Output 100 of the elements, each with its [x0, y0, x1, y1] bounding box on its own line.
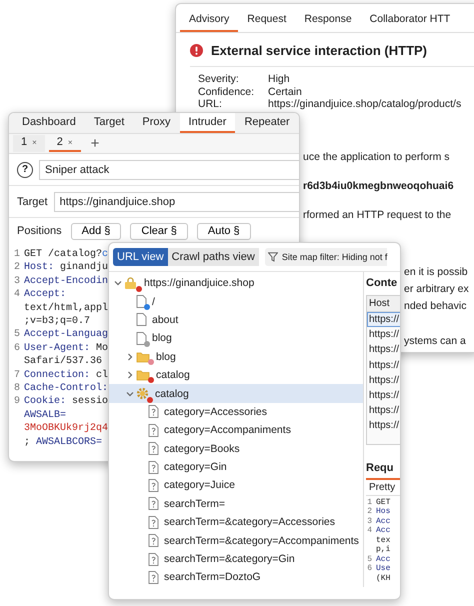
table-cell[interactable]: https://: [367, 372, 400, 388]
tab[interactable]: Request: [238, 10, 296, 32]
target-label: Target: [17, 196, 48, 208]
table-cell[interactable]: https://: [367, 358, 400, 373]
table-cell[interactable]: https://: [367, 342, 400, 358]
line-number: 2: [366, 507, 372, 517]
table-cell[interactable]: https://: [367, 403, 400, 418]
tree-item[interactable]: catalog: [109, 366, 363, 384]
description-text: r6d3b4iu0kmegbnweoqohuai6: [303, 178, 454, 194]
code-line: Accept-Encodin: [24, 274, 108, 288]
tree-item[interactable]: searchTerm=DoztoG: [109, 568, 363, 587]
file-icon: [136, 313, 147, 326]
file-icon: [148, 405, 159, 418]
code-line: text/html,appl: [24, 302, 108, 316]
file-icon: [148, 516, 159, 529]
help-button[interactable]: ?: [17, 162, 33, 178]
tree-item[interactable]: searchTerm=: [109, 494, 363, 514]
code-line: Safari/537.36: [24, 355, 102, 369]
line-number: 8: [12, 382, 20, 396]
detail-value: https://ginandjuice.shop/catalog/product/s: [268, 98, 462, 110]
file-icon: [148, 424, 159, 437]
position-button[interactable]: Add §: [70, 222, 122, 240]
file-icon: [136, 332, 147, 345]
line-number: 5: [366, 554, 372, 564]
table-cell[interactable]: https://: [367, 388, 400, 404]
tab[interactable]: Proxy: [133, 113, 180, 133]
position-button[interactable]: Clear §: [130, 222, 188, 240]
file-icon: [148, 460, 159, 474]
filter-button[interactable]: Site map filter: Hiding not f: [264, 248, 388, 266]
tree-item[interactable]: blog: [109, 329, 363, 348]
attack-type-field[interactable]: Sniper attack: [39, 160, 299, 180]
tab[interactable]: Collaborator HTT: [360, 10, 460, 32]
description-text: ystems can a: [404, 334, 466, 348]
tab[interactable]: Target: [84, 113, 134, 133]
line-number: 7: [12, 368, 20, 382]
chevron-down-icon[interactable]: [114, 279, 122, 288]
tree-item[interactable]: category=Gin: [109, 458, 363, 476]
tree-item[interactable]: searchTerm=&category=Accompaniments: [109, 531, 363, 550]
section-heading: Requ: [366, 458, 400, 480]
tree-item[interactable]: blog: [109, 348, 363, 366]
tree-item[interactable]: catalog: [109, 384, 363, 403]
table-cell[interactable]: https://: [367, 327, 400, 342]
code-line: User-Agent: Mo: [24, 342, 108, 356]
code-line: GET: [376, 498, 390, 508]
view-tab[interactable]: Crawl paths view: [168, 248, 259, 266]
view-tab[interactable]: URL view: [113, 248, 168, 266]
tree-item[interactable]: https://ginandjuice.shop: [109, 274, 363, 292]
tree-item[interactable]: searchTerm=&category=Gin: [109, 550, 363, 568]
code-line: ; AWSALBCORS=: [24, 436, 102, 450]
position-button[interactable]: Auto §: [196, 222, 251, 240]
chevron-down-icon[interactable]: [126, 390, 134, 398]
chevron-right-icon[interactable]: [126, 371, 134, 380]
folder-icon: [136, 350, 151, 363]
code-line: Hos: [376, 507, 390, 517]
tree-item[interactable]: about: [109, 310, 363, 330]
tree-item[interactable]: category=Accessories: [109, 402, 363, 422]
file-icon: [148, 552, 159, 566]
tab[interactable]: Dashboard: [13, 113, 85, 133]
chevron-right-icon[interactable]: [126, 352, 134, 361]
tab[interactable]: Advisory: [180, 10, 238, 32]
column-header: Host: [367, 296, 400, 312]
add-tab-button[interactable]: +: [84, 136, 106, 151]
table-cell[interactable]: https://: [367, 312, 400, 328]
table-cell[interactable]: https://: [367, 418, 400, 434]
line-number: 5: [12, 328, 20, 342]
tab[interactable]: Response: [295, 10, 361, 32]
tree-item[interactable]: category=Accompaniments: [109, 421, 363, 440]
target-field[interactable]: https://ginandjuice.shop: [54, 192, 299, 212]
detail-label: Severity:: [198, 73, 240, 86]
line-number: 6: [366, 564, 372, 574]
code-line: Use: [376, 564, 390, 574]
description-text: uce the application to perform s: [303, 150, 450, 164]
code-line: p,i: [376, 545, 390, 555]
line-number: 1: [12, 248, 20, 262]
code-line: Connection: cl: [24, 368, 108, 382]
line-number: 1: [366, 498, 372, 508]
code-line: Cache-Control:: [24, 382, 108, 396]
description-text: en it is possib er arbitrary ex nded behavic: [404, 264, 469, 314]
file-icon: [148, 497, 159, 510]
tree-item[interactable]: searchTerm=&category=Accessories: [109, 513, 363, 532]
tree-item[interactable]: category=Books: [109, 440, 363, 458]
funnel-icon: [268, 252, 278, 262]
code-line: AWSALB=: [24, 408, 66, 422]
tab[interactable]: 2 ×: [48, 135, 81, 152]
tab[interactable]: Repeater: [235, 113, 299, 133]
code-line: tex: [376, 536, 390, 545]
code-line: Accept:: [24, 288, 66, 302]
tab[interactable]: 1 ×: [13, 135, 45, 152]
code-line: (KH: [376, 574, 390, 584]
tab[interactable]: Intruder: [180, 113, 236, 133]
file-icon: [148, 478, 159, 492]
tab[interactable]: Pretty: [366, 480, 400, 496]
folder-lock-icon: [124, 276, 139, 290]
tree-item[interactable]: category=Juice: [109, 476, 363, 495]
file-icon: [148, 442, 159, 456]
code-line: Acc: [376, 516, 390, 526]
tree-item[interactable]: /: [109, 292, 363, 311]
code-line: GET /catalog?c: [24, 248, 108, 262]
error-icon: [190, 44, 203, 57]
code-line: 3MoOBKUk9rj2q4: [24, 422, 108, 436]
